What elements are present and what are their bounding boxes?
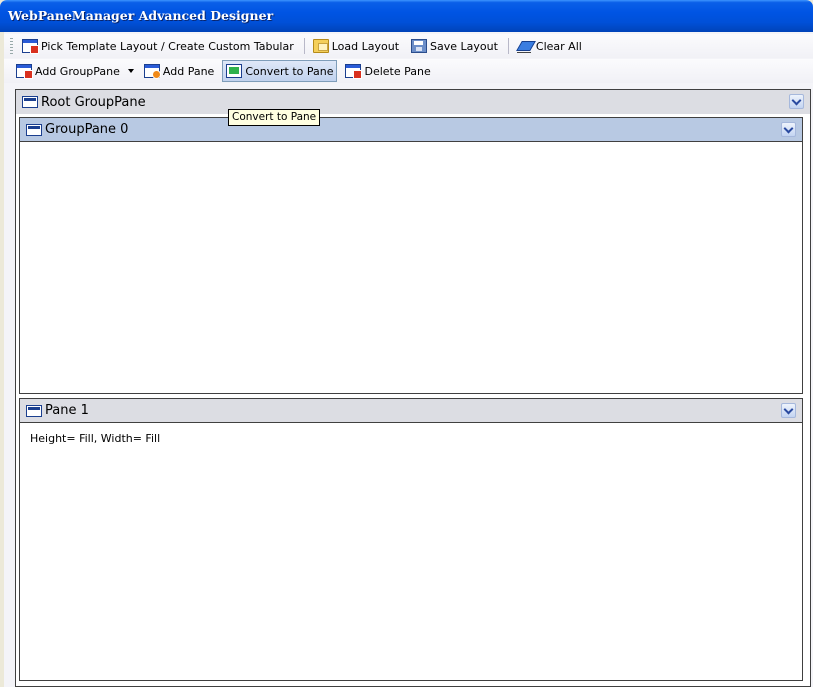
designer-surface: Root GroupPane GroupPane 0 Pane 1 Height… [15,89,811,687]
save-layout-button[interactable]: Save Layout [407,35,502,57]
grouppane-0-header[interactable]: GroupPane 0 [20,118,802,142]
add-grouppane-button[interactable]: Add GroupPane [12,60,124,82]
clear-all-button[interactable]: Clear All [513,35,586,57]
pane-1-size-text: Height= Fill, Width= Fill [30,432,161,445]
root-grouppane-title: Root GroupPane [41,94,146,110]
pane-1[interactable]: Pane 1 Height= Fill, Width= Fill [19,398,803,681]
pane-1-title: Pane 1 [45,403,89,418]
convert-to-pane-tooltip: Convert to Pane [228,109,321,126]
root-grouppane-header[interactable]: Root GroupPane [16,90,810,114]
eraser-icon [516,39,533,53]
chevron-down-icon[interactable] [781,122,796,137]
pane-1-header[interactable]: Pane 1 [20,399,802,423]
root-grouppane[interactable]: Root GroupPane GroupPane 0 Pane 1 Height… [16,90,810,686]
title-bar[interactable]: WebPaneManager Advanced Designer [0,0,813,32]
window-delete-icon [345,64,363,79]
client-area: Pick Template Layout / Create Custom Tab… [4,32,813,687]
window-orange-badge-icon [143,64,161,79]
window-red-badge-icon [22,39,39,54]
add-pane-label: Add Pane [162,64,215,78]
save-icon [411,39,428,53]
pick-template-button[interactable]: Pick Template Layout / Create Custom Tab… [18,35,298,57]
save-layout-label: Save Layout [430,39,498,53]
toolbar-separator [303,38,305,54]
window-red-badge-icon [16,64,33,79]
pane-icon [22,96,38,108]
folder-open-icon [312,39,329,53]
load-layout-button[interactable]: Load Layout [309,35,403,57]
delete-pane-label: Delete Pane [364,64,431,78]
toolbar-separator [507,38,509,54]
toolbar-grip[interactable] [10,38,13,54]
add-grouppane-label: Add GroupPane [35,64,120,78]
clear-all-label: Clear All [535,39,582,53]
load-layout-label: Load Layout [331,39,400,53]
main-toolbar: Pick Template Layout / Create Custom Tab… [4,34,813,58]
window-title: WebPaneManager Advanced Designer [8,8,274,23]
pick-template-label: Pick Template Layout / Create Custom Tab… [41,39,294,53]
grouppane-0-title: GroupPane 0 [45,122,129,137]
chevron-down-icon[interactable] [789,94,804,109]
convert-to-pane-button[interactable]: Convert to Pane [222,60,338,82]
add-grouppane-dropdown-icon[interactable] [127,69,134,73]
window-green-icon [226,64,243,78]
pane-icon [26,123,42,136]
convert-to-pane-label: Convert to Pane [245,64,334,78]
delete-pane-button[interactable]: Delete Pane [341,60,434,82]
chevron-down-icon[interactable] [781,403,796,418]
pane-icon [26,404,42,417]
add-pane-button[interactable]: Add Pane [140,60,218,82]
pane-toolbar: Add GroupPane Add Pane Convert to Pane D… [4,59,813,83]
grouppane-0[interactable]: GroupPane 0 [19,117,803,394]
